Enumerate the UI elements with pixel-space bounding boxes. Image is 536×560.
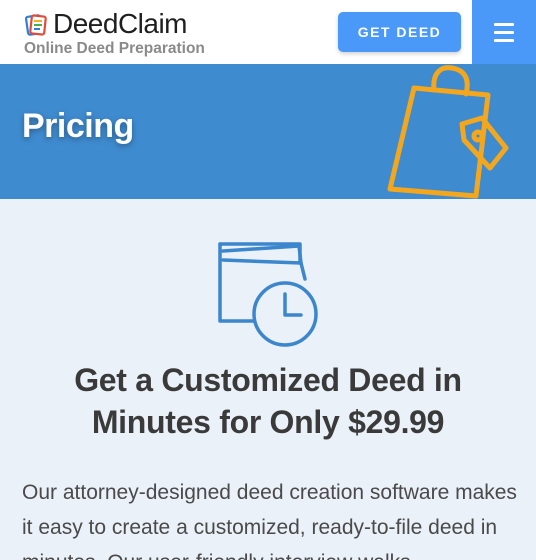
site-header: DeedClaim Online Deed Preparation GET DE… (0, 0, 536, 64)
wallet-clock-icon (218, 242, 318, 347)
page-title: Pricing (22, 107, 134, 145)
site-logo[interactable]: DeedClaim Online Deed Preparation (22, 6, 222, 60)
pricing-headline: Get a Customized Deed in Minutes for Onl… (20, 359, 516, 443)
brand-name: DeedClaim (53, 8, 188, 39)
menu-button[interactable] (472, 0, 536, 64)
pricing-description: Our attorney-designed deed creation soft… (22, 481, 517, 560)
get-deed-button[interactable]: GET DEED (338, 12, 461, 52)
shopping-bag-tag-icon (387, 65, 509, 199)
headline-line-1: Get a Customized Deed in (74, 362, 462, 398)
headline-line-2: Minutes for Only $29.99 (91, 404, 445, 440)
page-banner: Pricing (0, 64, 536, 199)
document-stack-logo-icon (25, 14, 47, 36)
main-content: Get a Customized Deed in Minutes for Onl… (0, 199, 536, 560)
brand-tagline: Online Deed Preparation (24, 40, 205, 57)
